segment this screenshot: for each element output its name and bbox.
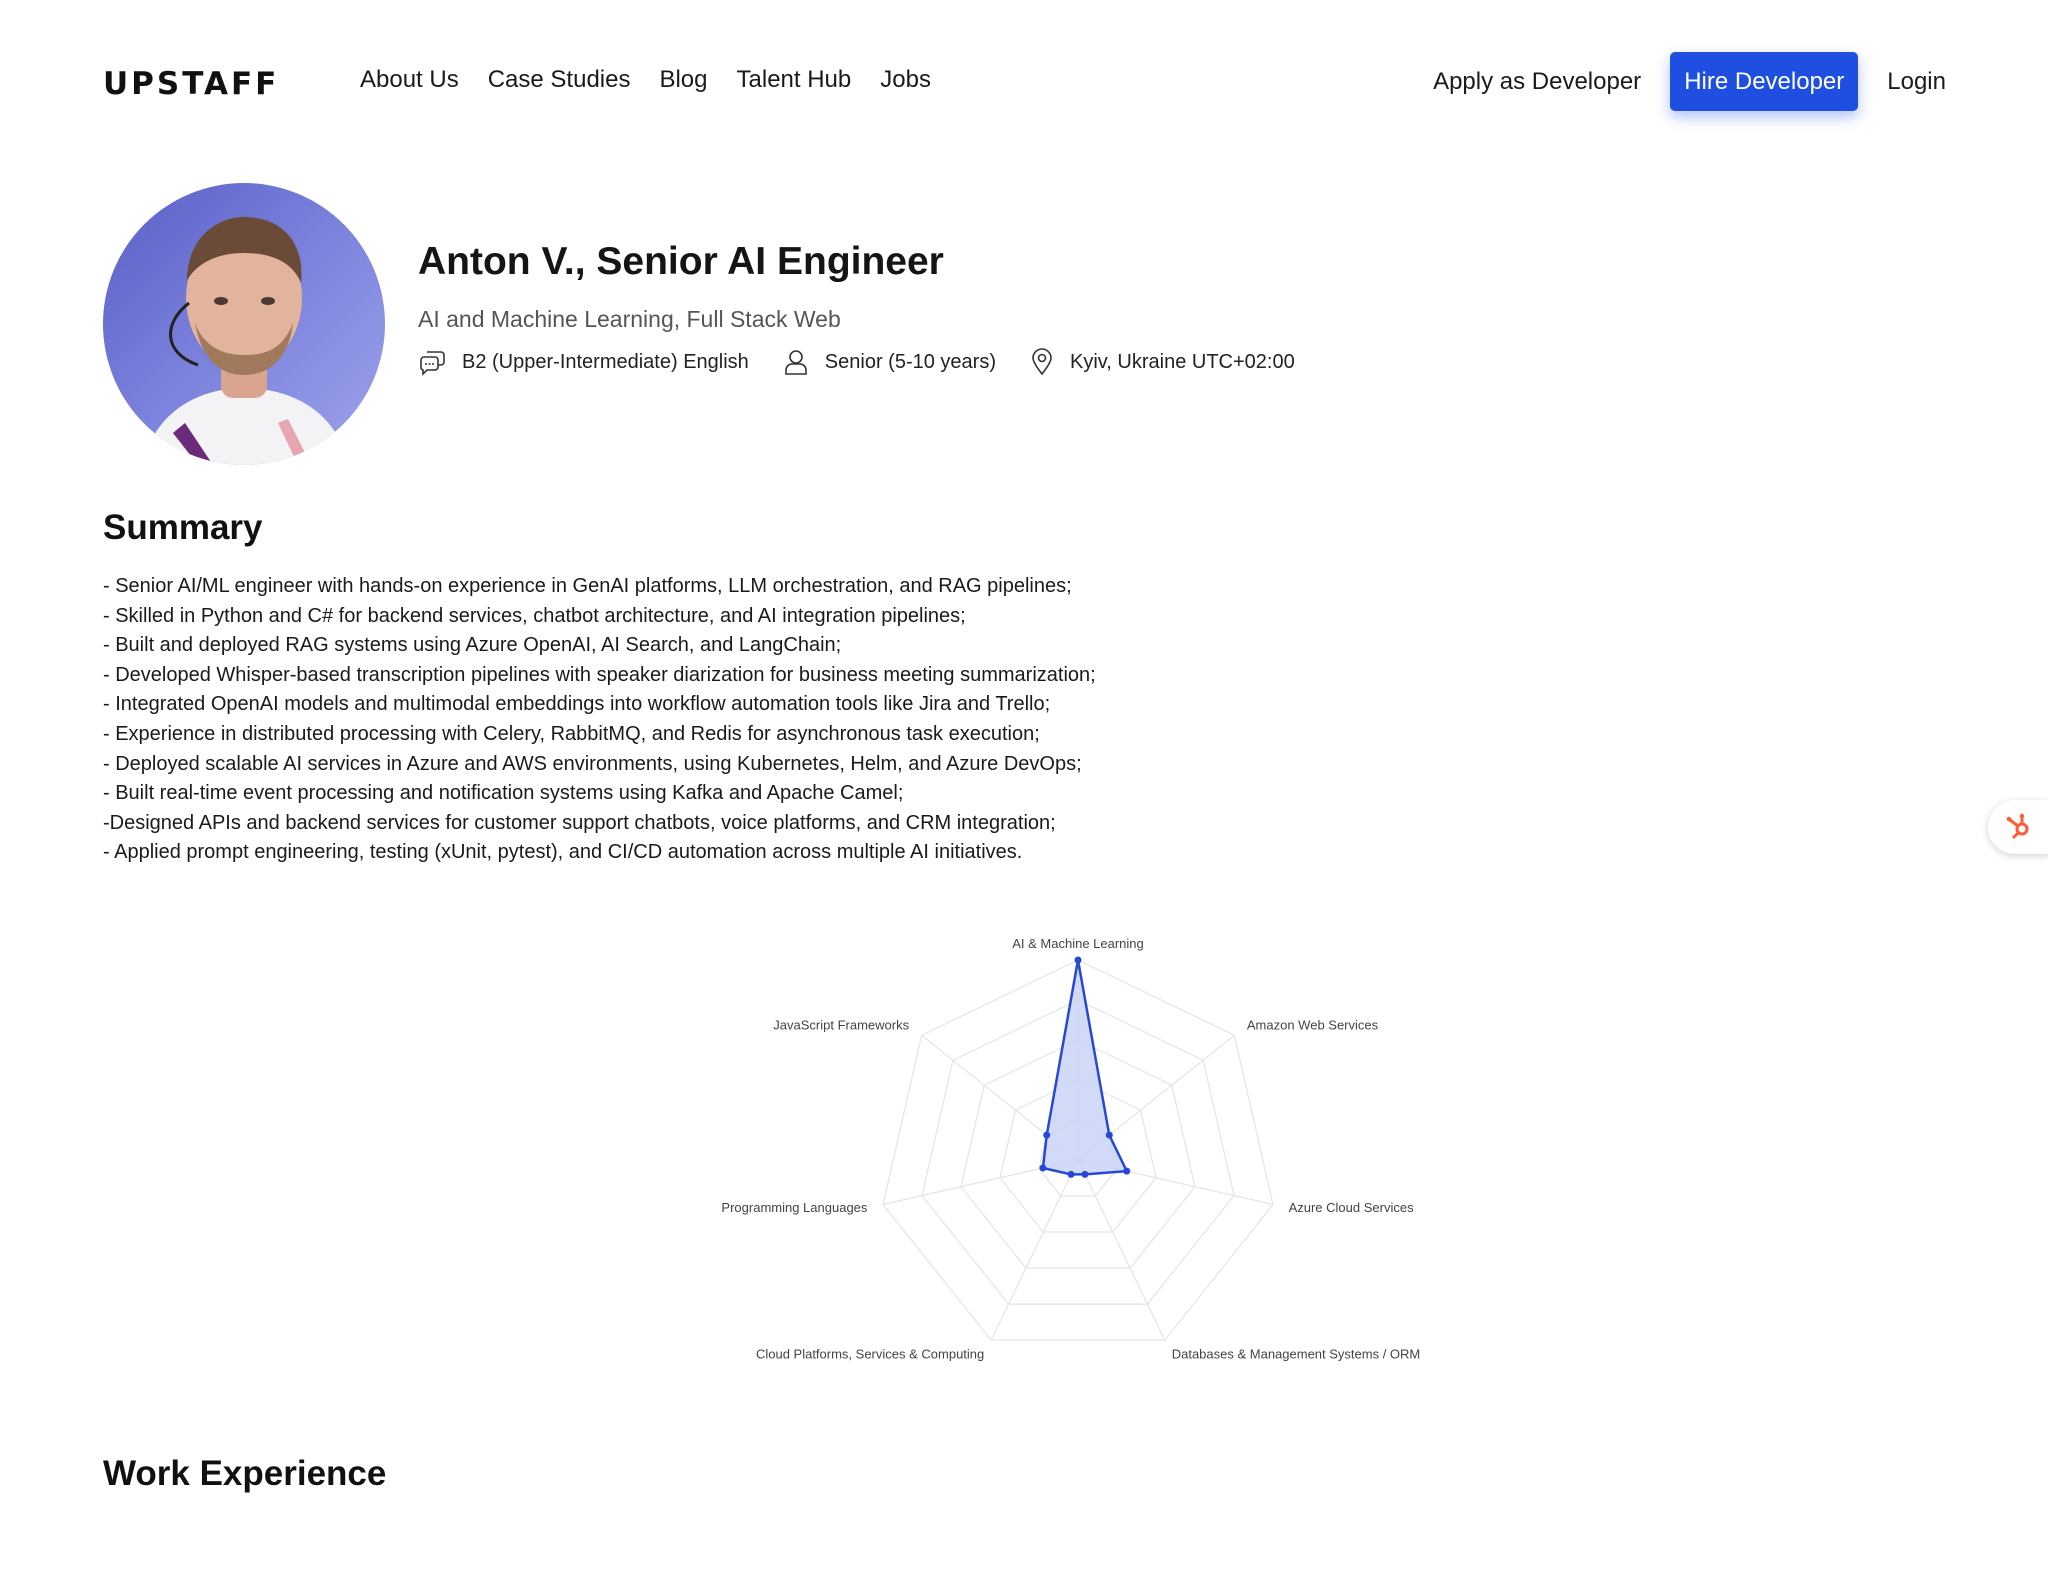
language-meta: B2 (Upper-Intermediate) English <box>418 348 749 376</box>
login-link[interactable]: Login <box>1887 68 1946 96</box>
radar-axis-label: Azure Cloud Services <box>1289 1200 1414 1215</box>
avatar-portrait <box>143 216 348 465</box>
summary-line: - Built real-time event processing and n… <box>103 782 904 805</box>
radar-axis-label: Cloud Platforms, Services & Computing <box>756 1347 984 1362</box>
upstaff-logo[interactable]: UPSTAFF <box>103 66 279 102</box>
nav-about-us[interactable]: About Us <box>360 66 459 94</box>
radar-data-point <box>1067 1170 1075 1178</box>
profile-subtitle: AI and Machine Learning, Full Stack Web <box>418 306 841 332</box>
radar-series-area <box>1041 958 1128 1176</box>
apply-as-developer-link[interactable]: Apply as Developer <box>1433 68 1641 96</box>
summary-line: - Built and deployed RAG systems using A… <box>103 634 842 657</box>
radar-axis-label: JavaScript Frameworks <box>773 1017 909 1032</box>
location-text: Kyiv, Ukraine UTC+02:00 <box>1069 350 1295 373</box>
summary-line: - Deployed scalable AI services in Azure… <box>103 752 1082 775</box>
summary-line: - Skilled in Python and C# for backend s… <box>103 604 966 627</box>
radar-grid-spoke <box>990 1159 1079 1341</box>
radar-data-point <box>1123 1167 1131 1175</box>
nav-talent-hub[interactable]: Talent Hub <box>737 66 852 94</box>
hubspot-icon <box>2006 813 2029 840</box>
main-nav: About Us Case Studies Blog Talent Hub Jo… <box>360 66 931 94</box>
radar-data-point <box>1081 1170 1089 1178</box>
language-text: B2 (Upper-Intermediate) English <box>462 350 749 373</box>
radar-grid-spoke <box>1077 1159 1166 1341</box>
hubspot-chat-tab[interactable] <box>1988 800 2048 854</box>
nav-blog[interactable]: Blog <box>659 66 707 94</box>
avatar <box>103 183 385 465</box>
radar-axis-label: Programming Languages <box>721 1200 867 1215</box>
summary-line: - Integrated OpenAI models and multimoda… <box>103 693 1051 716</box>
radar-data-point <box>1105 1131 1113 1139</box>
radar-axis-label: AI & Machine Learning <box>1012 936 1144 951</box>
summary-line: - Senior AI/ML engineer with hands-on ex… <box>103 575 1072 597</box>
hire-developer-button[interactable]: Hire Developer <box>1670 52 1859 111</box>
summary-line: - Applied prompt engineering, testing (x… <box>103 841 1023 864</box>
site-header: UPSTAFF About Us Case Studies Blog Talen… <box>0 0 2048 165</box>
radar-axis-label: Amazon Web Services <box>1247 1017 1379 1032</box>
radar-data-point <box>1039 1164 1047 1172</box>
header-actions: Apply as Developer Hire Developer Login <box>1433 52 1946 111</box>
radar-data-point <box>1074 956 1082 964</box>
summary-line: - Experience in distributed processing w… <box>103 722 1040 745</box>
summary-heading: Summary <box>103 508 263 547</box>
chat-bubble-icon <box>420 351 445 376</box>
summary-line: - Developed Whisper-based transcription … <box>103 663 1096 686</box>
radar-data-point <box>1043 1131 1051 1139</box>
radar-axis-label: Databases & Management Systems / ORM <box>1172 1347 1421 1362</box>
skills-radar-chart: AI & Machine Learning Amazon Web Services… <box>721 936 1421 1362</box>
summary-list: - Senior AI/ML engineer with hands-on ex… <box>103 572 1303 868</box>
profile-meta: B2 (Upper-Intermediate) English Senior (… <box>418 348 1329 376</box>
seniority-text: Senior (5-10 years) <box>824 350 996 373</box>
nav-jobs[interactable]: Jobs <box>880 66 931 94</box>
work-experience-heading: Work Experience <box>103 1454 387 1493</box>
user-icon <box>784 350 807 375</box>
location-meta: Kyiv, Ukraine UTC+02:00 <box>1030 348 1295 376</box>
seniority-meta: Senior (5-10 years) <box>783 348 996 376</box>
summary-line: -Designed APIs and backend services for … <box>103 811 1056 834</box>
profile-name: Anton V., Senior AI Engineer <box>418 240 944 283</box>
location-pin-icon <box>1032 348 1052 376</box>
nav-case-studies[interactable]: Case Studies <box>488 66 631 94</box>
